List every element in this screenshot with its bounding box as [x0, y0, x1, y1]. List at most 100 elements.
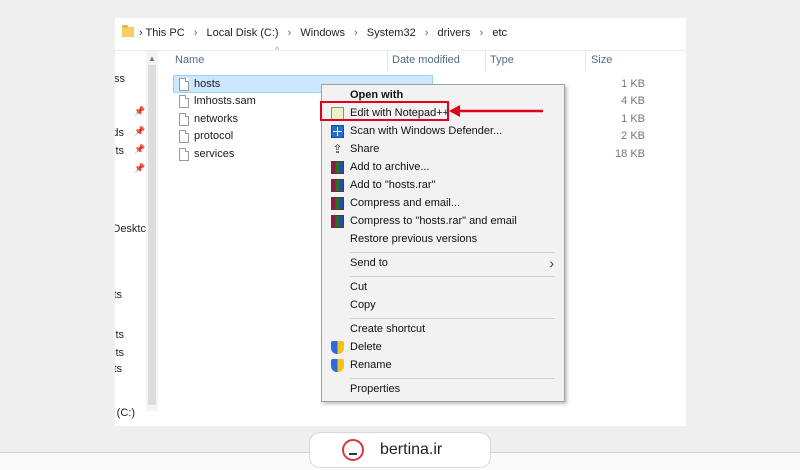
file-size: 2 KB	[621, 130, 645, 142]
menu-item-restore-previous-versions[interactable]: Restore previous versions	[322, 230, 564, 248]
breadcrumb-windows[interactable]: Windows	[300, 27, 345, 39]
menu-item-label: Copy	[350, 299, 376, 311]
column-header-date-modified[interactable]: Date modified	[392, 54, 460, 66]
file-icon	[179, 148, 189, 161]
folder-icon	[122, 25, 134, 37]
menu-item-label: Restore previous versions	[350, 233, 478, 245]
annotation-arrow-icon	[449, 105, 543, 117]
menu-item-delete[interactable]: Delete	[322, 338, 564, 356]
menu-item-compress-to-hosts-rar-email[interactable]: Compress to "hosts.rar" and email	[322, 212, 564, 230]
menu-item-label: Open with	[350, 89, 404, 101]
file-name: hosts	[194, 78, 221, 90]
nav-item-label: ss	[115, 73, 125, 85]
menu-item-label: Add to "hosts.rar"	[350, 179, 436, 191]
pin-icon[interactable]: 📌	[134, 126, 145, 137]
file-name: lmhosts.sam	[194, 95, 256, 107]
file-name: services	[194, 148, 235, 160]
nav-item-label: ts	[115, 329, 124, 341]
nav-item-label: ts	[115, 363, 122, 375]
address-bar[interactable]: › This PC › Local Disk (C:) › Windows › …	[115, 18, 686, 51]
file-size: 1 KB	[621, 113, 645, 125]
context-menu: Open with Edit with Notepad++ Scan with …	[321, 84, 565, 402]
winrar-icon	[331, 161, 344, 174]
breadcrumb-system32[interactable]: System32	[367, 27, 416, 39]
menu-separator	[350, 252, 555, 253]
breadcrumb-separator: ›	[139, 27, 143, 39]
brand-name: bertina.ir	[380, 441, 443, 458]
nav-item-label: Desktc	[115, 223, 146, 235]
menu-item-label: Share	[350, 143, 380, 155]
breadcrumb-separator[interactable]: ›	[188, 27, 204, 39]
file-name: networks	[194, 113, 239, 125]
winrar-icon	[331, 215, 344, 228]
breadcrumb-this-pc[interactable]: This PC	[146, 27, 185, 39]
breadcrumb-separator[interactable]: ›	[419, 27, 435, 39]
scrollbar-thumb[interactable]	[148, 65, 156, 405]
menu-item-label: Cut	[350, 281, 368, 293]
nav-item-label: ts	[115, 289, 122, 301]
brand-badge: bertina.ir	[310, 433, 490, 467]
column-header-type[interactable]: Type	[490, 54, 514, 66]
uac-shield-icon	[331, 359, 344, 372]
menu-item-label: Create shortcut	[350, 323, 426, 335]
menu-item-cut[interactable]: Cut	[322, 278, 564, 296]
menu-separator	[350, 276, 555, 277]
menu-item-label: Delete	[350, 341, 382, 353]
nav-item-label: ds	[115, 127, 124, 139]
file-icon	[179, 95, 189, 108]
menu-item-add-to-hosts-rar[interactable]: Add to "hosts.rar"	[322, 176, 564, 194]
menu-item-rename[interactable]: Rename	[322, 356, 564, 374]
menu-item-label: Compress and email...	[350, 197, 461, 209]
column-header-name[interactable]: Name	[175, 54, 204, 66]
column-divider[interactable]	[585, 51, 586, 71]
pin-icon[interactable]: 📌	[134, 106, 145, 117]
file-size: 18 KB	[615, 148, 645, 160]
winrar-icon	[331, 197, 344, 210]
pin-icon[interactable]: 📌	[134, 163, 145, 174]
winrar-icon	[331, 179, 344, 192]
column-divider[interactable]	[387, 51, 388, 71]
nav-item-label: ts	[115, 347, 124, 359]
uac-shield-icon	[331, 341, 344, 354]
bertina-logo-icon	[342, 439, 364, 461]
column-header-size[interactable]: Size	[591, 54, 612, 66]
file-icon	[179, 130, 189, 143]
highlight-box	[320, 101, 449, 121]
pin-icon[interactable]: 📌	[134, 144, 145, 155]
menu-item-properties[interactable]: Properties	[322, 380, 564, 398]
breadcrumb-separator[interactable]: ›	[474, 27, 490, 39]
menu-separator	[350, 378, 555, 379]
breadcrumb-separator[interactable]: ›	[348, 27, 364, 39]
menu-item-label: Properties	[350, 383, 401, 395]
defender-icon	[331, 125, 344, 138]
menu-item-scan-defender[interactable]: Scan with Windows Defender...	[322, 122, 564, 140]
menu-item-label: Send to	[350, 257, 388, 269]
menu-item-label: Add to archive...	[350, 161, 430, 173]
menu-item-create-shortcut[interactable]: Create shortcut	[322, 320, 564, 338]
nav-item-label: ts	[115, 145, 124, 157]
menu-item-label: Scan with Windows Defender...	[350, 125, 503, 137]
menu-item-compress-and-email[interactable]: Compress and email...	[322, 194, 564, 212]
breadcrumb: › This PC › Local Disk (C:) › Windows › …	[139, 27, 507, 39]
file-icon	[179, 78, 189, 91]
menu-item-share[interactable]: ⇪ Share	[322, 140, 564, 158]
nav-scrollbar[interactable]: ▲	[146, 51, 158, 411]
breadcrumb-drivers[interactable]: drivers	[438, 27, 471, 39]
column-divider[interactable]	[485, 51, 486, 71]
chevron-right-icon: ›	[549, 255, 554, 271]
navigation-pane: ss ds ts Desktc ts ts ts ts (C:) 📌 📌 📌 📌	[115, 51, 146, 426]
menu-item-send-to[interactable]: Send to ›	[322, 254, 564, 272]
sort-ascending-icon: ^	[275, 45, 280, 55]
file-size: 1 KB	[621, 78, 645, 90]
scroll-up-icon[interactable]: ▲	[148, 54, 156, 63]
menu-item-label: Rename	[350, 359, 392, 371]
breadcrumb-etc[interactable]: etc	[492, 27, 507, 39]
breadcrumb-local-disk[interactable]: Local Disk (C:)	[206, 27, 278, 39]
menu-item-copy[interactable]: Copy	[322, 296, 564, 314]
menu-separator	[350, 318, 555, 319]
menu-item-add-to-archive[interactable]: Add to archive...	[322, 158, 564, 176]
breadcrumb-separator[interactable]: ›	[282, 27, 298, 39]
menu-item-label: Compress to "hosts.rar" and email	[350, 215, 517, 227]
share-icon: ⇪	[332, 142, 343, 156]
nav-item-label: (C:)	[116, 407, 135, 419]
